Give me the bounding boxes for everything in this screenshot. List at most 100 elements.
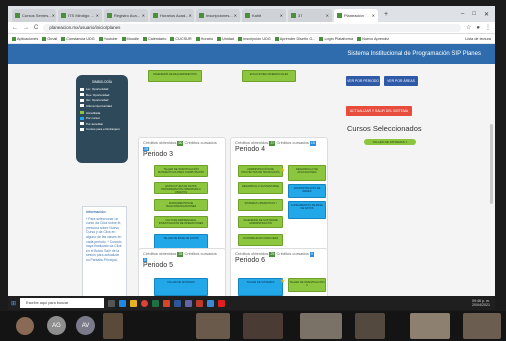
participant-video[interactable] — [103, 313, 123, 339]
url-input[interactable]: planeacion.mx/usuario/inicio/planes — [43, 23, 461, 32]
excel-icon[interactable] — [152, 299, 160, 307]
course-card[interactable]: CONTABILIDAD FINANCIERA — [238, 234, 283, 246]
browser-tab[interactable]: 37 ✕ — [288, 9, 332, 22]
bookmark[interactable]: Nuevo Aprendiz — [357, 36, 389, 41]
period-title: Periodo 4 — [235, 145, 265, 153]
course-card[interactable]: SISTEMAS OPERATIVOS I — [238, 199, 283, 211]
browser-tab[interactable]: Horarios Acad... ✕ — [150, 9, 194, 22]
legend-swatch — [80, 127, 84, 131]
reading-list[interactable]: Lista de lectura — [465, 37, 491, 41]
bookmark[interactable]: Horario — [195, 36, 213, 41]
star-icon[interactable]: ☆ — [466, 24, 471, 31]
browser-tab[interactable]: Cursos Semes... ✕ — [12, 9, 56, 22]
course-card[interactable]: DESARROLLO DE APLICACIONES — [288, 165, 326, 181]
taskbar-search-input[interactable]: Escribe aquí para buscar — [20, 298, 105, 308]
teams-icon[interactable] — [185, 299, 193, 307]
bookmark[interactable]: CUCSUR — [170, 36, 192, 41]
browser-tab-active[interactable]: Planeación ✕ — [334, 9, 378, 22]
browser-tabbar: Cursos Semes... ✕ ITS Mindigo ... ✕ Regist… — [8, 6, 495, 22]
course-card[interactable]: ADMINISTRACIÓN DE PROYECTOS DE TECNOLOGÍ… — [238, 165, 283, 177]
task-view-icon[interactable] — [108, 299, 116, 307]
tab-favicon-icon — [153, 13, 158, 18]
bookmark[interactable]: Gmail — [42, 36, 57, 41]
browser-tab[interactable]: Kahit ✕ — [242, 9, 286, 22]
legend-swatch — [80, 104, 84, 107]
menu-icon[interactable]: ⋮ — [485, 24, 491, 31]
scrollbar[interactable] — [490, 124, 493, 204]
course-card[interactable]: TALLER DE INVESTIGACIÓN MATEMÁTICAS PARA… — [154, 165, 208, 177]
video-call-strip: AG AV — [0, 311, 506, 341]
forward-button[interactable]: → — [23, 25, 29, 31]
participant-video[interactable] — [16, 317, 34, 335]
legend-item: Cursos para el Extranjero — [80, 127, 124, 131]
screen: Cursos Semes... ✕ ITS Mindigo ... ✕ Regist… — [8, 6, 495, 310]
browser-tab[interactable]: Registro Aca... ✕ — [104, 9, 148, 22]
course-card[interactable]: FUNDAMENTOS DE TELECOMUNICACIONES — [154, 199, 208, 211]
powerpoint-icon[interactable] — [163, 299, 171, 307]
view-by-period-button[interactable]: VER POR PERIODO — [346, 76, 380, 86]
browser-tab[interactable]: Inscripciones... ✕ — [196, 9, 240, 22]
chrome-icon[interactable] — [141, 299, 149, 307]
windows-start-icon[interactable]: ⊞ — [11, 300, 16, 307]
browser-tab[interactable]: ITS Mindigo ... ✕ — [58, 9, 102, 22]
participant-video[interactable] — [355, 313, 385, 339]
bookmark[interactable]: Login Plataforma — [319, 36, 353, 41]
course-card[interactable]: ECUACIONES DIFERENCIALES — [242, 70, 296, 82]
bookmark-icon — [61, 36, 66, 41]
close-tab-icon[interactable]: ✕ — [96, 13, 99, 18]
explorer-icon[interactable] — [130, 299, 138, 307]
participant-video[interactable] — [196, 313, 230, 339]
participant-video[interactable] — [300, 313, 342, 339]
bookmark[interactable]: Aprender Diseño G... — [274, 36, 315, 41]
minimize-button[interactable]: – — [461, 11, 464, 18]
course-card[interactable]: INGENIERÍA DE REQUERIMIENTOS — [148, 70, 202, 82]
app-icon[interactable] — [207, 299, 215, 307]
reload-button[interactable]: C — [34, 25, 38, 31]
participant-video[interactable] — [410, 313, 450, 339]
course-card[interactable]: CULTURA EMPRESARIAL INVESTIGACIÓN DE OPE… — [154, 216, 208, 228]
participant-video[interactable] — [243, 313, 283, 339]
course-card[interactable]: FUNDAMENTOS DE BASE DE DATOS — [288, 201, 326, 219]
system-tray[interactable]: 09:46 p. m. 20/04/2021 — [472, 299, 492, 308]
course-card[interactable]: INGENIERÍA DE SOFTWARE ADMINISTRACIÓN — [238, 216, 283, 228]
back-button[interactable]: ← — [12, 25, 18, 31]
bookmark[interactable]: Moodle — [121, 36, 139, 41]
edge-icon[interactable] — [119, 299, 127, 307]
course-card[interactable]: TALLER DE SISTEMAS — [154, 278, 208, 296]
address-bar: ← → C planeacion.mx/usuario/inicio/plane… — [8, 22, 495, 34]
right-pane: VER POR PERIODO VER POR ÁREAS ACTUALIZAR… — [338, 64, 488, 310]
course-card[interactable]: ADMINISTRACIÓN DE REDES — [288, 184, 326, 198]
bookmark[interactable]: Calendario — [143, 36, 166, 41]
course-card[interactable]: TALLER DE SISTEMAS — [238, 278, 283, 296]
bookmark[interactable]: Unidad — [217, 36, 234, 41]
legend-item: Acreditada — [80, 111, 124, 115]
update-and-exit-button[interactable]: ACTUALIZAR Y SALIR DEL SISTEMA — [346, 106, 412, 116]
close-tab-icon[interactable]: ✕ — [326, 13, 329, 18]
close-tab-icon[interactable]: ✕ — [234, 13, 237, 18]
selected-course-badge[interactable]: TALLER DE SISTEMAS × — [364, 139, 416, 145]
bookmark[interactable]: Aplicaciones — [12, 36, 38, 41]
app-icon[interactable] — [196, 299, 204, 307]
bookmark[interactable]: Constancia UDG — [61, 36, 95, 41]
acrobat-icon[interactable] — [218, 299, 226, 307]
bookmark-icon — [274, 36, 279, 41]
participant-avatar[interactable]: AG — [47, 316, 66, 335]
view-by-areas-button[interactable]: VER POR ÁREAS — [384, 76, 418, 86]
bookmark[interactable]: Youtube — [98, 36, 118, 41]
close-tab-icon[interactable]: ✕ — [142, 13, 145, 18]
close-tab-icon[interactable]: ✕ — [372, 13, 375, 18]
participant-avatar[interactable]: AV — [76, 316, 95, 335]
course-card[interactable]: TALLER DE INVESTIGACIÓN II — [288, 278, 326, 292]
new-tab-button[interactable]: + — [384, 11, 388, 18]
close-window-button[interactable]: ✕ — [484, 11, 489, 18]
course-card[interactable]: DESARROLLO SUSTENTABLE — [238, 182, 283, 194]
close-tab-icon[interactable]: ✕ — [52, 13, 55, 18]
close-tab-icon[interactable]: ✕ — [280, 13, 283, 18]
word-icon[interactable] — [174, 299, 182, 307]
maximize-button[interactable]: □ — [472, 11, 476, 18]
course-card[interactable]: ESTRUCTURA DE DATOS PROGRAMACIÓN ORIENTA… — [154, 182, 208, 194]
bookmark[interactable]: Inscripción UDG — [238, 36, 271, 41]
profile-icon[interactable]: ● — [476, 25, 480, 31]
participant-video[interactable] — [463, 313, 501, 339]
close-tab-icon[interactable]: ✕ — [188, 13, 191, 18]
